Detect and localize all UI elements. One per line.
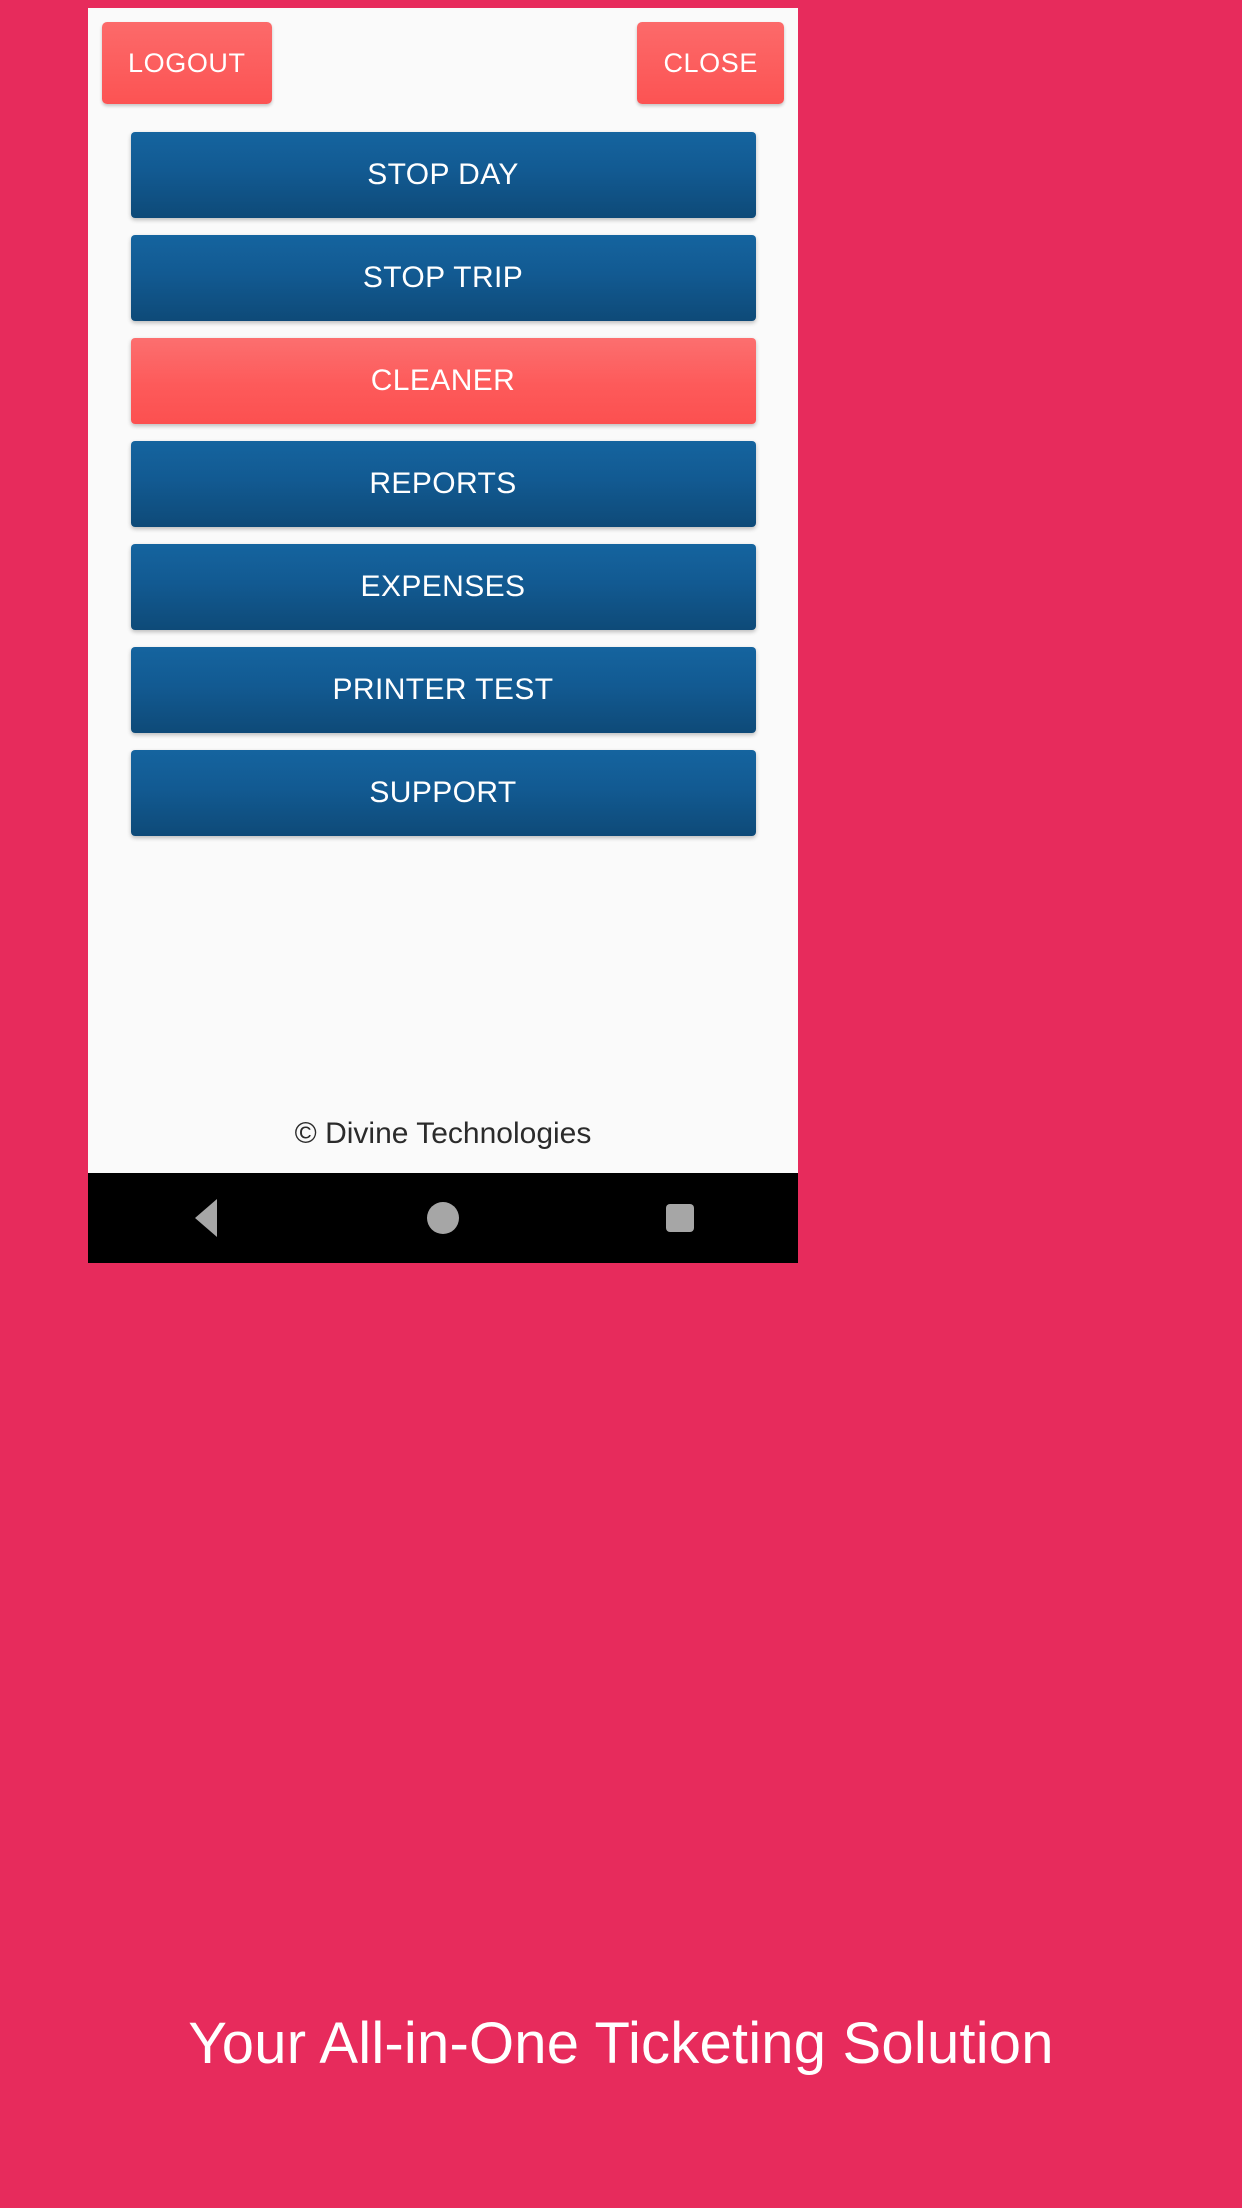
action-button-stop-day[interactable]: STOP DAY bbox=[130, 132, 756, 218]
close-button[interactable]: CLOSE bbox=[637, 22, 784, 104]
nav-home-button[interactable] bbox=[383, 1173, 503, 1263]
top-bar: LOGOUT CLOSE bbox=[88, 8, 798, 118]
home-circle-icon bbox=[426, 1202, 459, 1234]
action-button-list: STOP DAY STOP TRIP CLEANER REPORTS EXPEN… bbox=[88, 118, 798, 836]
tagline-text: Your All-in-One Ticketing Solution bbox=[188, 2011, 1054, 2076]
copyright-text: © Divine Technologies bbox=[294, 1117, 592, 1150]
action-button-cleaner[interactable]: CLEANER bbox=[130, 338, 756, 424]
phone-frame: LOGOUT CLOSE STOP DAY STOP TRIP CLEANER … bbox=[88, 8, 798, 1263]
action-button-expenses[interactable]: EXPENSES bbox=[130, 544, 756, 630]
logout-button[interactable]: LOGOUT bbox=[102, 22, 272, 104]
app-screen: LOGOUT CLOSE STOP DAY STOP TRIP CLEANER … bbox=[88, 8, 798, 1173]
action-button-support[interactable]: SUPPORT bbox=[130, 750, 756, 836]
action-button-stop-trip[interactable]: STOP TRIP bbox=[130, 235, 756, 321]
app-footer: © Divine Technologies bbox=[88, 1117, 798, 1173]
nav-back-button[interactable] bbox=[146, 1173, 266, 1263]
android-navigation-bar bbox=[88, 1173, 798, 1263]
action-button-printer-test[interactable]: PRINTER TEST bbox=[130, 647, 756, 733]
action-button-reports[interactable]: REPORTS bbox=[130, 441, 756, 527]
back-triangle-icon bbox=[195, 1199, 218, 1237]
nav-recent-apps-button[interactable] bbox=[620, 1173, 740, 1263]
recent-apps-square-icon bbox=[665, 1204, 694, 1232]
